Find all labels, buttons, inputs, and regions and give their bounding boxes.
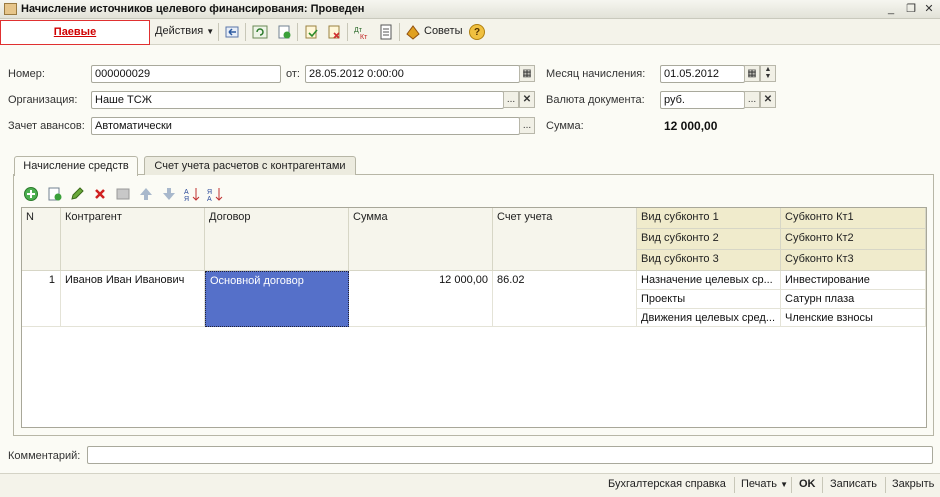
close-button[interactable]: Закрыть (892, 478, 934, 490)
currency-field[interactable]: руб. (660, 91, 745, 109)
table-cell-vid3[interactable]: Движения целевых сред... (637, 309, 781, 327)
calendar-icon[interactable]: ▦ (744, 65, 760, 82)
help-icon[interactable]: ? (469, 24, 485, 40)
spin-stepper-icon[interactable]: ▲ ▼ (760, 65, 776, 82)
select-ellipsis-icon[interactable]: ... (744, 91, 760, 108)
sum-label: Сумма: (546, 120, 584, 132)
unpost-document-icon[interactable] (325, 23, 343, 41)
end-edit-icon[interactable] (114, 185, 132, 203)
bottom-separator (885, 477, 886, 493)
ok-button[interactable]: OK (799, 478, 816, 490)
table-cell-dogovor[interactable]: Основной договор (205, 271, 349, 327)
column-header-n[interactable]: N (22, 208, 61, 271)
restore-icon[interactable]: ❐ (904, 2, 918, 16)
sum-value: 12 000,00 (664, 119, 718, 133)
tab-schet-ucheta[interactable]: Счет учета расчетов с контрагентами (144, 156, 356, 175)
advance-field[interactable]: Автоматически (91, 117, 520, 135)
add-row-icon[interactable] (22, 185, 40, 203)
advice-icon[interactable] (404, 23, 422, 41)
advance-label: Зачет авансов: (8, 120, 85, 132)
date-field[interactable]: 28.05.2012 0:00:00 (305, 65, 520, 83)
back-arrow-icon[interactable] (223, 23, 241, 41)
svg-text:Я: Я (184, 196, 189, 202)
table-cell-schet[interactable]: 86.02 (493, 271, 637, 327)
svg-text:Дт: Дт (354, 27, 363, 34)
nomer-label: Номер: (8, 68, 45, 80)
accounting-report-button[interactable]: Бухгалтерская справка (608, 478, 726, 490)
svg-text:Я: Я (207, 189, 212, 196)
select-ellipsis-icon[interactable]: ... (503, 91, 519, 108)
print-menu[interactable]: Печать ▼ (741, 478, 788, 490)
table-cell-contragent[interactable]: Иванов Иван Иванович (61, 271, 205, 327)
bottom-separator (734, 477, 735, 493)
clear-icon[interactable]: ✕ (519, 91, 535, 108)
bottom-separator (822, 477, 823, 493)
move-down-icon[interactable] (160, 185, 178, 203)
currency-label: Валюта документа: (546, 94, 645, 106)
sort-ascending-icon[interactable]: АЯ (183, 185, 201, 203)
sort-descending-icon[interactable]: ЯА (206, 185, 224, 203)
svg-text:А: А (184, 189, 189, 196)
org-label: Организация: (8, 94, 78, 106)
column-header-vid3[interactable]: Вид субконто 3 (637, 250, 781, 271)
toolbar-separator (399, 23, 400, 41)
ot-label: от: (286, 68, 300, 80)
document-icon (4, 3, 17, 15)
chevron-down-icon: ▼ (780, 480, 789, 489)
close-icon[interactable]: ✕ (922, 2, 936, 16)
refresh-icon[interactable] (251, 23, 269, 41)
table-cell-kt2[interactable]: Сатурн плаза (781, 290, 926, 309)
copy-document-icon[interactable] (275, 23, 293, 41)
column-header-dogovor[interactable]: Договор (205, 208, 349, 271)
advice-button[interactable]: Советы (424, 25, 462, 37)
toolbar-separator (218, 23, 219, 41)
toolbar-separator (297, 23, 298, 41)
comment-field[interactable] (87, 446, 933, 464)
chevron-down-icon: ▼ (206, 27, 215, 36)
structure-icon[interactable] (377, 23, 395, 41)
post-document-icon[interactable] (302, 23, 320, 41)
column-header-contragent[interactable]: Контрагент (61, 208, 205, 271)
copy-row-icon[interactable] (46, 185, 64, 203)
column-header-schet[interactable]: Счет учета (493, 208, 637, 271)
column-header-vid1[interactable]: Вид субконто 1 (637, 208, 781, 229)
window-title: Начисление источников целевого финансиро… (21, 3, 365, 15)
org-field[interactable]: Наше ТСЖ (91, 91, 504, 109)
toolbar-separator (245, 23, 246, 41)
minimize-icon[interactable]: _ (884, 2, 898, 16)
edit-pencil-icon[interactable] (68, 185, 86, 203)
delete-icon[interactable] (91, 185, 109, 203)
bottom-separator (791, 477, 792, 493)
table-cell-summa[interactable]: 12 000,00 (349, 271, 493, 327)
column-header-kt1[interactable]: Субконто Кт1 (781, 208, 926, 229)
table-cell-vid2[interactable]: Проекты (637, 290, 781, 309)
actions-menu[interactable]: Действия ▼ (155, 25, 214, 37)
table-cell-n[interactable]: 1 (22, 271, 61, 327)
table-cell-vid1[interactable]: Назначение целевых ср... (637, 271, 781, 290)
tab-nachislenie[interactable]: Начисление средств (14, 156, 138, 176)
svg-text:А: А (207, 196, 212, 202)
paevye-button[interactable]: Паевые (0, 20, 150, 45)
calendar-icon[interactable]: ▦ (519, 65, 535, 82)
column-header-kt2[interactable]: Субконто Кт2 (781, 229, 926, 250)
column-header-summa[interactable]: Сумма (349, 208, 493, 271)
table-cell-kt1[interactable]: Инвестирование (781, 271, 926, 290)
nomer-field[interactable]: 000000029 (91, 65, 281, 83)
month-label: Месяц начисления: (546, 68, 646, 80)
save-button[interactable]: Записать (830, 478, 877, 490)
dt-kt-icon[interactable]: Дт Кт (353, 23, 371, 41)
toolbar-separator (347, 23, 348, 41)
clear-icon[interactable]: ✕ (760, 91, 776, 108)
print-label: Печать (741, 478, 778, 490)
select-ellipsis-icon[interactable]: ... (519, 117, 535, 134)
actions-label: Действия (155, 25, 204, 37)
column-header-kt3[interactable]: Субконто Кт3 (781, 250, 926, 271)
comment-label: Комментарий: (8, 450, 81, 462)
table-cell-kt3[interactable]: Членские взносы (781, 309, 926, 327)
move-up-icon[interactable] (137, 185, 155, 203)
svg-text:Кт: Кт (360, 34, 368, 40)
month-field[interactable]: 01.05.2012 (660, 65, 745, 83)
column-header-vid2[interactable]: Вид субконто 2 (637, 229, 781, 250)
